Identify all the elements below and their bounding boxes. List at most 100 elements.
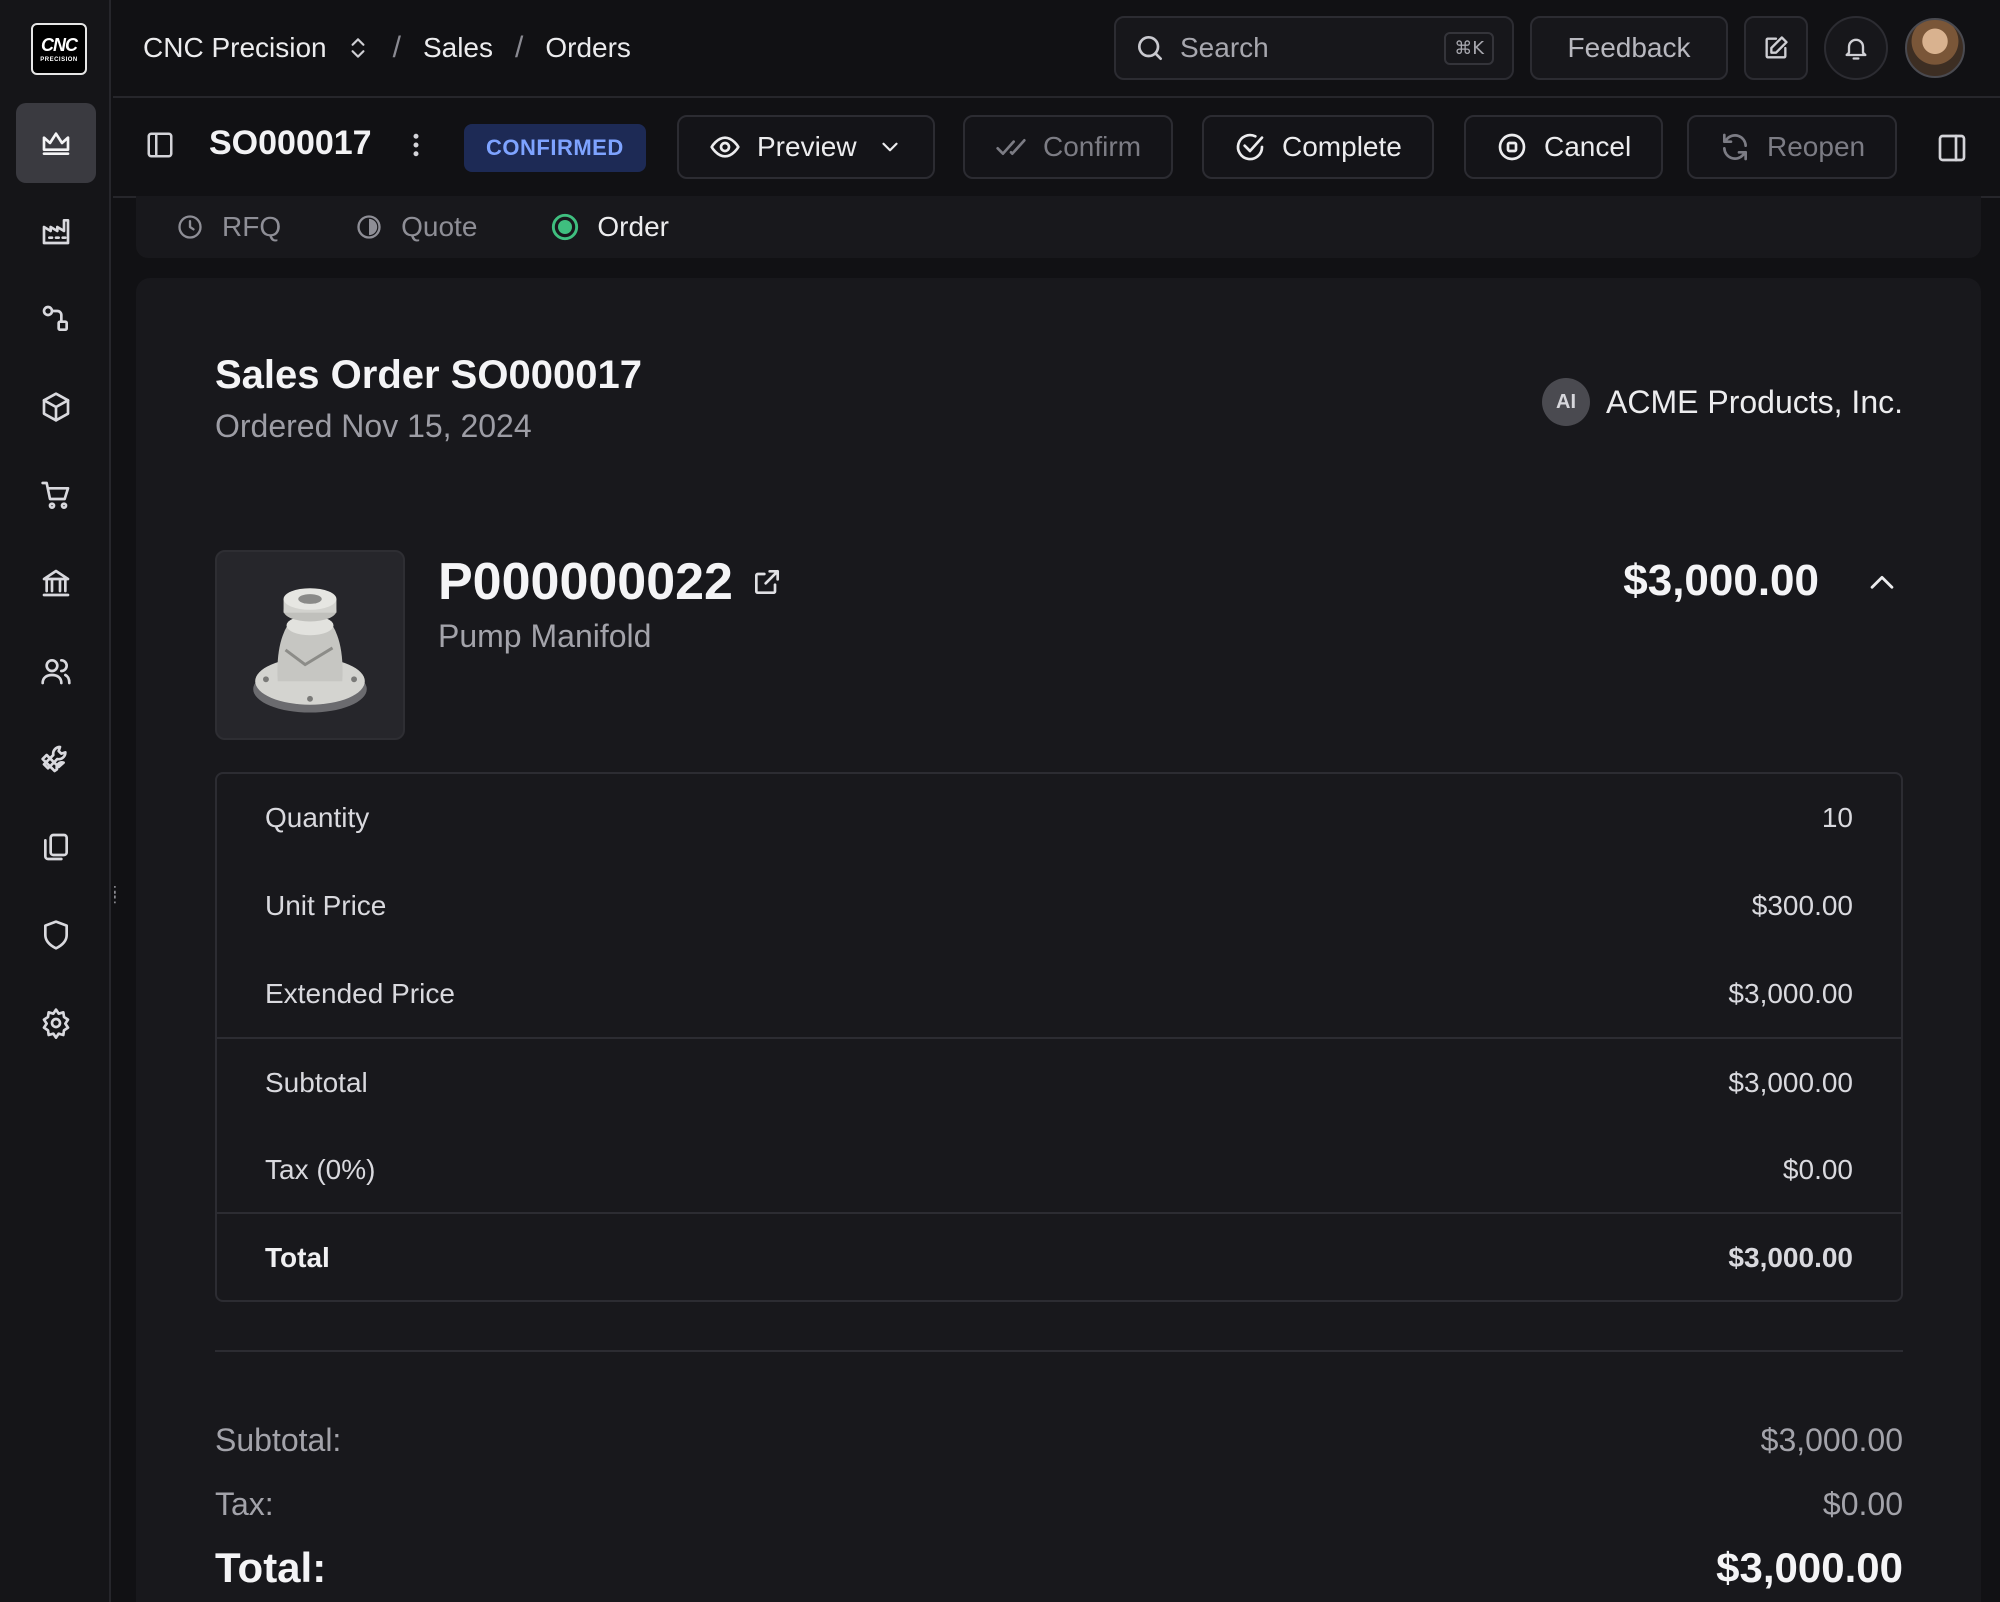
- edit-icon: [1765, 36, 1788, 59]
- top-bar: CNC Precision / Sales / Orders Search ⌘K…: [113, 0, 2000, 98]
- part-thumbnail: [215, 550, 405, 740]
- crown-icon: [42, 132, 70, 155]
- sidebar-item-accounting[interactable]: [16, 543, 96, 623]
- summary-total-value: $3,000.00: [1716, 1544, 1903, 1591]
- notifications-button[interactable]: [1824, 16, 1888, 80]
- check-circle-icon: [1236, 133, 1264, 161]
- clock-icon: [178, 215, 202, 239]
- breadcrumb-separator: /: [392, 31, 401, 64]
- sidebar-item-sales[interactable]: [16, 103, 96, 183]
- breadcrumb-sales[interactable]: Sales: [423, 32, 493, 64]
- summary-subtotal-value: $3,000.00: [1760, 1422, 1903, 1458]
- summary-subtotal: Subtotal: $3,000.00: [215, 1422, 1903, 1459]
- table-row: Subtotal $3,000.00: [217, 1039, 1901, 1127]
- reopen-label: Reopen: [1767, 131, 1866, 162]
- half-circle-icon: [357, 215, 381, 239]
- step-rfq[interactable]: RFQ: [176, 211, 281, 243]
- search-input[interactable]: Search ⌘K: [1114, 16, 1514, 80]
- summary-tax-value: $0.00: [1822, 1486, 1903, 1522]
- part-number: P000000022: [438, 553, 733, 611]
- chevron-up-down-icon[interactable]: [345, 35, 371, 61]
- row-label: Unit Price: [265, 890, 387, 921]
- part-number-link[interactable]: P000000022: [438, 552, 783, 612]
- sidebar-toggle-icon[interactable]: [145, 130, 175, 160]
- complete-button[interactable]: Complete: [1202, 115, 1434, 179]
- summary-tax: Tax: $0.00: [215, 1486, 1903, 1523]
- refresh-icon: [1723, 133, 1747, 161]
- order-date: Ordered Nov 15, 2024: [215, 408, 532, 444]
- line-amount: $3,000.00: [1623, 556, 1819, 605]
- row-label: Extended Price: [265, 978, 455, 1009]
- sidebar-item-inventory[interactable]: [16, 367, 96, 447]
- double-check-icon: [996, 139, 1026, 155]
- order-stepper: RFQ Quote Order: [136, 196, 1981, 258]
- breadcrumb-orders[interactable]: Orders: [545, 32, 631, 64]
- sidebar-item-purchasing[interactable]: [16, 455, 96, 535]
- search-icon: [1138, 36, 1162, 60]
- shield-icon: [44, 920, 68, 950]
- confirm-button[interactable]: Confirm: [963, 115, 1174, 179]
- sidebar-item-documents[interactable]: [16, 807, 96, 887]
- step-rfq-label: RFQ: [222, 211, 282, 242]
- search-shortcut: ⌘K: [1444, 31, 1494, 65]
- sidebar-item-settings[interactable]: [16, 983, 96, 1063]
- bank-icon: [42, 569, 70, 597]
- table-row: Total $3,000.00: [217, 1214, 1901, 1302]
- chevron-down-icon: [882, 142, 898, 152]
- external-link-icon[interactable]: [751, 566, 783, 598]
- row-label: Subtotal: [265, 1067, 368, 1098]
- sales-order-card: Sales Order SO000017 Ordered Nov 15, 202…: [136, 278, 1981, 1602]
- sidebar-item-production[interactable]: [16, 191, 96, 271]
- part-image: [253, 588, 367, 713]
- summary-total-label: Total:: [215, 1544, 327, 1591]
- step-quote[interactable]: Quote: [355, 211, 477, 243]
- chevron-up-icon[interactable]: [1865, 566, 1899, 600]
- line-pricing-table: Quantity 10 Unit Price $300.00 Extended …: [215, 772, 1903, 1302]
- files-icon: [44, 833, 68, 861]
- row-label: Tax (0%): [265, 1154, 376, 1185]
- cancel-button[interactable]: Cancel: [1464, 115, 1664, 179]
- page-title: Sales Order SO000017: [215, 353, 642, 397]
- table-row: Extended Price $3,000.00: [217, 950, 1901, 1038]
- status-badge: CONFIRMED: [464, 124, 646, 172]
- complete-label: Complete: [1282, 131, 1402, 162]
- box-icon: [42, 392, 70, 422]
- sidebar-item-people[interactable]: [16, 631, 96, 711]
- search-placeholder: Search: [1180, 32, 1269, 63]
- customer-name: ACME Products, Inc.: [1606, 383, 1903, 420]
- resize-handle[interactable]: ⋮ ⋮: [108, 884, 122, 904]
- row-value: $3,000.00: [1728, 1067, 1853, 1098]
- company-logo[interactable]: CNC PRECISION: [31, 23, 87, 75]
- sidebar: CNC PRECISION ⋮ ⋮: [0, 0, 122, 1602]
- stop-circle-icon: [1498, 133, 1526, 161]
- row-value: $0.00: [1782, 1154, 1853, 1185]
- table-row: Tax (0%) $0.00: [217, 1126, 1901, 1214]
- customer[interactable]: AI ACME Products, Inc.: [1542, 378, 1903, 426]
- wrench-icon: [41, 745, 67, 773]
- reopen-button[interactable]: Reopen: [1687, 115, 1898, 179]
- step-order[interactable]: Order: [551, 211, 669, 243]
- document-toolbar: SO000017 CONFIRMED Preview Confirm Compl…: [113, 98, 2000, 198]
- summary-total: Total: $3,000.00: [215, 1544, 1903, 1592]
- table-row: Unit Price $300.00: [217, 862, 1901, 950]
- more-vertical-icon[interactable]: [401, 130, 431, 160]
- user-avatar[interactable]: [1905, 18, 1965, 78]
- factory-icon: [42, 219, 70, 245]
- confirm-label: Confirm: [1043, 131, 1142, 162]
- settings-icon: [42, 1008, 70, 1039]
- feedback-button[interactable]: Feedback: [1530, 16, 1728, 80]
- sidebar-item-routing[interactable]: [16, 279, 96, 359]
- sidebar-item-quality[interactable]: [16, 895, 96, 975]
- order-id: SO000017: [209, 124, 372, 162]
- sidebar-item-resources[interactable]: [16, 719, 96, 799]
- company-switcher-label[interactable]: CNC Precision: [143, 32, 327, 64]
- row-label: Total: [265, 1242, 330, 1273]
- edit-button[interactable]: [1744, 16, 1808, 80]
- panel-right-icon[interactable]: [1936, 132, 1968, 164]
- active-dot-icon: [552, 213, 579, 241]
- eye-icon: [710, 136, 740, 158]
- summary-subtotal-label: Subtotal:: [215, 1422, 342, 1458]
- preview-button[interactable]: Preview: [677, 115, 935, 179]
- table-row: Quantity 10: [217, 774, 1901, 862]
- cart-icon: [41, 481, 70, 509]
